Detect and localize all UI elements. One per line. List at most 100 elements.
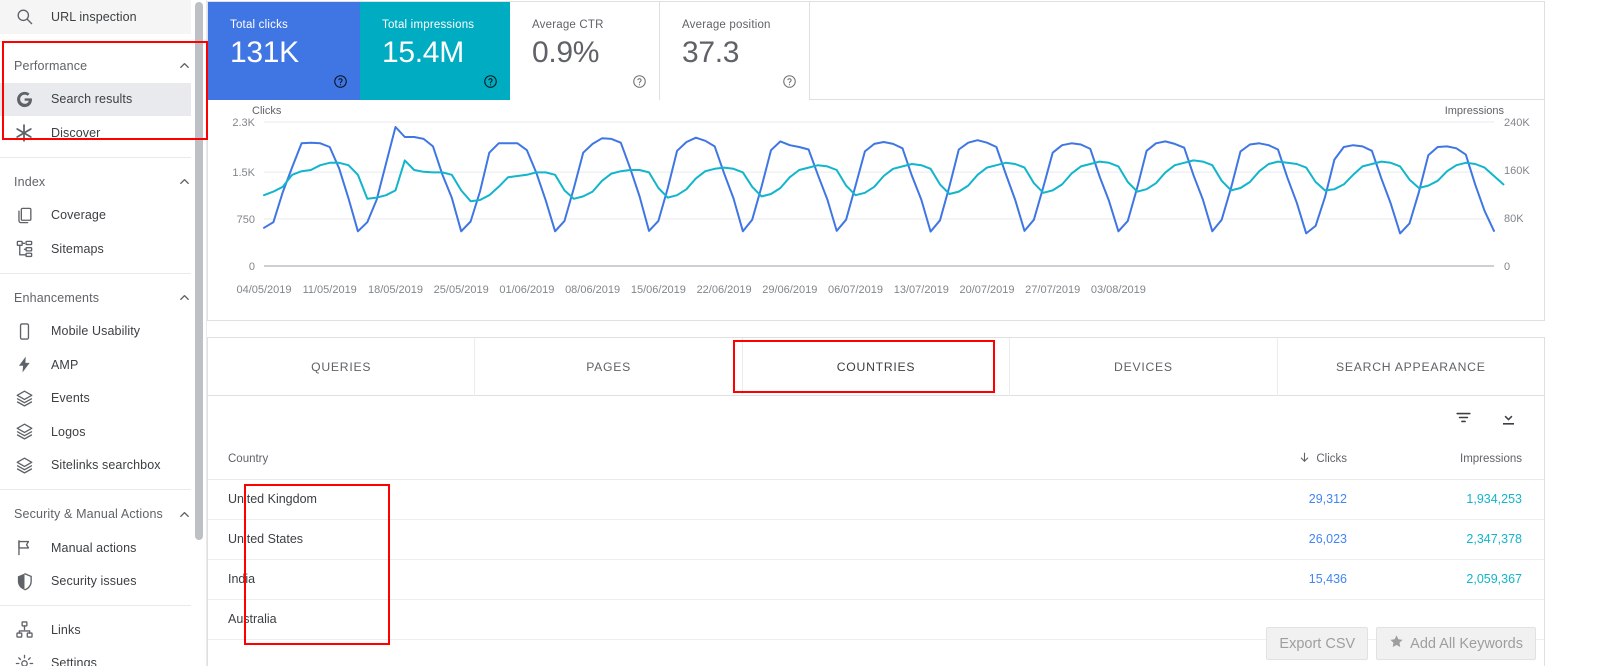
sidebar-item-links[interactable]: Links [0, 613, 206, 647]
filter-icon[interactable] [1454, 408, 1473, 427]
tab-pages[interactable]: PAGES [475, 338, 743, 396]
svg-text:18/05/2019: 18/05/2019 [368, 284, 423, 296]
sidebar-group-performance[interactable]: Performance [0, 49, 206, 83]
sidebar-item-amp[interactable]: AMP [0, 348, 206, 382]
add-all-keywords-button[interactable]: Add All Keywords [1376, 627, 1536, 660]
table-row[interactable]: United States 26,023 2,347,378 [208, 519, 1544, 560]
chevron-up-icon[interactable] [177, 174, 192, 189]
svg-text:1.5K: 1.5K [232, 167, 255, 179]
sidebar-item-manual-actions[interactable]: Manual actions [0, 531, 206, 565]
help-circle-icon[interactable] [782, 74, 797, 89]
main-content: Total clicks 131K Total impressions 15.4M Av… [207, 0, 1600, 666]
download-icon[interactable] [1499, 408, 1518, 427]
svg-text:160K: 160K [1504, 165, 1530, 177]
sidebar-item-label: Search results [51, 92, 133, 107]
svg-text:240K: 240K [1504, 117, 1530, 129]
sidebar: URL inspection Performance Search results D… [0, 0, 207, 666]
cell-country: United Kingdom [208, 479, 1199, 520]
tab-label: PAGES [586, 360, 632, 374]
help-circle-icon[interactable] [632, 74, 647, 89]
sidebar-item-mobile-usability[interactable]: Mobile Usability [0, 315, 206, 349]
sidebar-item-settings[interactable]: Settings [0, 647, 206, 666]
svg-text:2.3K: 2.3K [232, 117, 255, 129]
sidebar-item-security-issues[interactable]: Security issues [0, 565, 206, 599]
flag-icon [14, 538, 34, 558]
sidebar-item-label: Manual actions [51, 540, 137, 555]
performance-chart: Clicks Impressions 0 750 1.5K 2.3K 0 80K 160K 240… [208, 100, 1544, 321]
search-console-performance-page: URL inspection Performance Search results D… [0, 0, 1600, 666]
sidebar-item-coverage[interactable]: Coverage [0, 199, 206, 233]
chevron-up-icon[interactable] [177, 290, 192, 305]
help-circle-icon[interactable] [333, 74, 348, 89]
sidebar-group-security-manual-actions[interactable]: Security & Manual Actions [0, 497, 206, 531]
column-header-label: Clicks [1316, 452, 1347, 465]
svg-text:25/05/2019: 25/05/2019 [434, 284, 489, 296]
sidebar-group-index[interactable]: Index [0, 165, 206, 199]
metric-card-total-clicks[interactable]: Total clicks 131K [208, 2, 360, 100]
tab-countries[interactable]: COUNTRIES [743, 338, 1011, 396]
sidebar-item-events[interactable]: Events [0, 382, 206, 416]
cell-clicks: 29,312 [1199, 479, 1369, 520]
svg-text:750: 750 [237, 214, 255, 226]
metric-label: Average CTR [532, 19, 604, 31]
cell-impressions: 1,934,253 [1369, 479, 1544, 520]
column-header-impressions[interactable]: Impressions [1369, 439, 1544, 480]
svg-text:13/07/2019: 13/07/2019 [894, 284, 949, 296]
table-toolbar [208, 396, 1544, 439]
discover-asterisk-icon [14, 123, 34, 143]
table-row[interactable]: United Kingdom 29,312 1,934,253 [208, 479, 1544, 520]
cell-impressions: 2,347,378 [1369, 519, 1544, 560]
metric-value: 15.4M [382, 36, 464, 69]
sidebar-item-sitemaps[interactable]: Sitemaps [0, 232, 206, 266]
cell-country: India [208, 559, 1199, 600]
tab-queries[interactable]: QUERIES [208, 338, 476, 396]
column-header-clicks[interactable]: Clicks [1199, 439, 1369, 480]
export-csv-button[interactable]: Export CSV [1266, 627, 1369, 660]
column-header-country[interactable]: Country [208, 439, 1199, 480]
sidebar-item-label: Security issues [51, 574, 137, 589]
metric-cards-row: Total clicks 131K Total impressions 15.4M Av… [208, 2, 1544, 100]
svg-text:Clicks: Clicks [252, 105, 282, 117]
table-row[interactable]: India 15,436 2,059,367 [208, 559, 1544, 600]
svg-text:15/06/2019: 15/06/2019 [631, 284, 686, 296]
chevron-up-icon[interactable] [177, 507, 192, 522]
tab-devices[interactable]: DEVICES [1010, 338, 1278, 396]
divider [0, 272, 206, 274]
layers-icon [14, 388, 34, 408]
sidebar-scrollbar-track[interactable] [191, 0, 206, 666]
sidebar-item-sitelinks-searchbox[interactable]: Sitelinks searchbox [0, 449, 206, 483]
gear-icon [14, 653, 34, 666]
tab-search-appearance[interactable]: SEARCH APPEARANCE [1278, 338, 1544, 396]
sidebar-item-label: Logos [51, 424, 86, 439]
sidebar-scrollbar-thumb[interactable] [195, 2, 203, 540]
svg-text:29/06/2019: 29/06/2019 [762, 284, 817, 296]
cell-clicks: 26,023 [1199, 519, 1369, 560]
sidebar-item-discover[interactable]: Discover [0, 116, 206, 150]
layers-icon [14, 455, 34, 475]
metric-label: Average position [682, 19, 771, 31]
google-g-icon [14, 89, 34, 109]
sidebar-item-search-results[interactable]: Search results [0, 82, 206, 116]
sidebar-item-logos[interactable]: Logos [0, 415, 206, 449]
metric-card-total-impressions[interactable]: Total impressions 15.4M [360, 2, 510, 100]
sidebar-group-title: Index [14, 174, 46, 189]
divider [0, 489, 206, 490]
tab-label: SEARCH APPEARANCE [1336, 360, 1486, 374]
button-label: Add All Keywords [1410, 635, 1523, 652]
svg-text:08/06/2019: 08/06/2019 [565, 284, 620, 296]
sidebar-group-enhancements[interactable]: Enhancements [0, 281, 206, 315]
metric-card-average-ctr[interactable]: Average CTR 0.9% [510, 2, 660, 100]
button-label: Export CSV [1279, 635, 1356, 652]
svg-text:0: 0 [249, 261, 255, 273]
search-icon [14, 7, 34, 27]
metric-value: 37.3 [682, 36, 740, 69]
sidebar-item-label: Links [51, 622, 81, 637]
tab-label: DEVICES [1114, 360, 1173, 374]
sidebar-item-label: Sitemaps [51, 241, 104, 256]
performance-chart-card: Total clicks 131K Total impressions 15.4M Av… [207, 1, 1545, 321]
metric-card-average-position[interactable]: Average position 37.3 [660, 2, 810, 100]
help-circle-icon[interactable] [483, 74, 498, 89]
chevron-up-icon[interactable] [177, 58, 192, 73]
sidebar-item-label: Settings [51, 656, 97, 666]
sidebar-item-url-inspection[interactable]: URL inspection [0, 0, 206, 34]
